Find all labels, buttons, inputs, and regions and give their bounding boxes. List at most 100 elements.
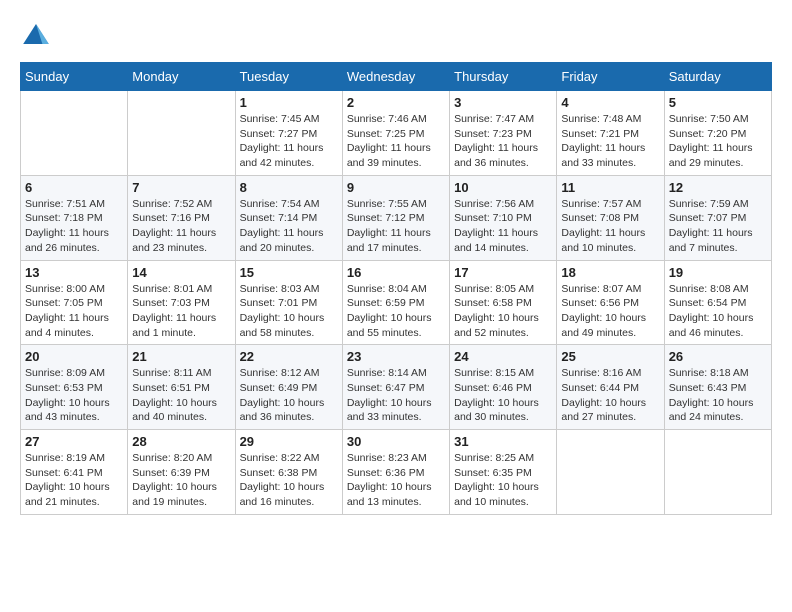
calendar-cell: 9Sunrise: 7:55 AMSunset: 7:12 PMDaylight… (342, 175, 449, 260)
logo-icon (20, 20, 52, 52)
day-number: 22 (240, 349, 338, 364)
calendar-cell: 20 Sunrise: 8:09 AMSunset: 6:53 PMDayligh… (21, 345, 128, 430)
calendar-cell: 5 Sunrise: 7:50 AMSunset: 7:20 PMDaylight… (664, 91, 771, 176)
day-info: Sunrise: 7:50 AMSunset: 7:20 PMDaylight:… (669, 112, 767, 171)
day-number: 11 (561, 180, 659, 195)
calendar-header-friday: Friday (557, 63, 664, 91)
day-number: 17 (454, 265, 552, 280)
day-info: Sunrise: 8:04 AMSunset: 6:59 PMDaylight:… (347, 282, 445, 341)
calendar-cell: 30Sunrise: 8:23 AMSunset: 6:36 PMDayligh… (342, 430, 449, 515)
calendar-cell: 6Sunrise: 7:51 AMSunset: 7:18 PMDaylight… (21, 175, 128, 260)
calendar-cell: 8 Sunrise: 7:54 AMSunset: 7:14 PMDaylight… (235, 175, 342, 260)
day-info: Sunrise: 8:18 AMSunset: 6:43 PMDaylight:… (669, 366, 767, 425)
day-info: Sunrise: 8:16 AMSunset: 6:44 PMDaylight:… (561, 366, 659, 425)
day-number: 26 (669, 349, 767, 364)
calendar: SundayMondayTuesdayWednesdayThursdayFrid… (20, 62, 772, 515)
day-number: 6 (25, 180, 123, 195)
calendar-week-row: 6Sunrise: 7:51 AMSunset: 7:18 PMDaylight… (21, 175, 772, 260)
day-number: 27 (25, 434, 123, 449)
calendar-cell: 7 Sunrise: 7:52 AMSunset: 7:16 PMDaylight… (128, 175, 235, 260)
day-number: 7 (132, 180, 230, 195)
day-info: Sunrise: 7:48 AMSunset: 7:21 PMDaylight:… (561, 112, 659, 171)
calendar-header-row: SundayMondayTuesdayWednesdayThursdayFrid… (21, 63, 772, 91)
day-number: 25 (561, 349, 659, 364)
day-info: Sunrise: 8:09 AMSunset: 6:53 PMDaylight:… (25, 366, 123, 425)
day-info: Sunrise: 7:52 AMSunset: 7:16 PMDaylight:… (132, 197, 230, 256)
day-number: 12 (669, 180, 767, 195)
calendar-header-thursday: Thursday (450, 63, 557, 91)
day-number: 19 (669, 265, 767, 280)
calendar-cell (21, 91, 128, 176)
day-number: 13 (25, 265, 123, 280)
logo (20, 20, 54, 52)
calendar-cell: 10 Sunrise: 7:56 AMSunset: 7:10 PMDayligh… (450, 175, 557, 260)
day-number: 21 (132, 349, 230, 364)
calendar-cell (557, 430, 664, 515)
calendar-cell: 29Sunrise: 8:22 AMSunset: 6:38 PMDayligh… (235, 430, 342, 515)
day-number: 1 (240, 95, 338, 110)
calendar-cell: 23Sunrise: 8:14 AMSunset: 6:47 PMDayligh… (342, 345, 449, 430)
day-info: Sunrise: 7:59 AMSunset: 7:07 PMDaylight:… (669, 197, 767, 256)
day-number: 28 (132, 434, 230, 449)
calendar-cell: 22 Sunrise: 8:12 AMSunset: 6:49 PMDayligh… (235, 345, 342, 430)
day-info: Sunrise: 8:05 AMSunset: 6:58 PMDaylight:… (454, 282, 552, 341)
calendar-cell (128, 91, 235, 176)
day-info: Sunrise: 8:01 AMSunset: 7:03 PMDaylight:… (132, 282, 230, 341)
calendar-cell: 15Sunrise: 8:03 AMSunset: 7:01 PMDayligh… (235, 260, 342, 345)
day-number: 5 (669, 95, 767, 110)
calendar-cell: 28Sunrise: 8:20 AMSunset: 6:39 PMDayligh… (128, 430, 235, 515)
calendar-cell: 17 Sunrise: 8:05 AMSunset: 6:58 PMDayligh… (450, 260, 557, 345)
calendar-cell: 25 Sunrise: 8:16 AMSunset: 6:44 PMDayligh… (557, 345, 664, 430)
calendar-cell: 3Sunrise: 7:47 AMSunset: 7:23 PMDaylight… (450, 91, 557, 176)
day-number: 16 (347, 265, 445, 280)
day-info: Sunrise: 7:47 AMSunset: 7:23 PMDaylight:… (454, 112, 552, 171)
day-info: Sunrise: 8:08 AMSunset: 6:54 PMDaylight:… (669, 282, 767, 341)
day-number: 20 (25, 349, 123, 364)
calendar-header-saturday: Saturday (664, 63, 771, 91)
day-info: Sunrise: 8:15 AMSunset: 6:46 PMDaylight:… (454, 366, 552, 425)
calendar-cell: 18 Sunrise: 8:07 AMSunset: 6:56 PMDayligh… (557, 260, 664, 345)
calendar-cell: 11 Sunrise: 7:57 AMSunset: 7:08 PMDayligh… (557, 175, 664, 260)
day-number: 14 (132, 265, 230, 280)
calendar-cell: 2Sunrise: 7:46 AMSunset: 7:25 PMDaylight… (342, 91, 449, 176)
calendar-cell: 12 Sunrise: 7:59 AMSunset: 7:07 PMDayligh… (664, 175, 771, 260)
page-header (20, 20, 772, 52)
day-number: 15 (240, 265, 338, 280)
day-info: Sunrise: 7:45 AMSunset: 7:27 PMDaylight:… (240, 112, 338, 171)
calendar-cell: 21 Sunrise: 8:11 AMSunset: 6:51 PMDayligh… (128, 345, 235, 430)
calendar-cell: 26 Sunrise: 8:18 AMSunset: 6:43 PMDayligh… (664, 345, 771, 430)
day-info: Sunrise: 8:25 AMSunset: 6:35 PMDaylight:… (454, 451, 552, 510)
day-info: Sunrise: 7:46 AMSunset: 7:25 PMDaylight:… (347, 112, 445, 171)
day-info: Sunrise: 8:22 AMSunset: 6:38 PMDaylight:… (240, 451, 338, 510)
calendar-cell: 19 Sunrise: 8:08 AMSunset: 6:54 PMDayligh… (664, 260, 771, 345)
calendar-header-wednesday: Wednesday (342, 63, 449, 91)
calendar-cell: 14 Sunrise: 8:01 AMSunset: 7:03 PMDayligh… (128, 260, 235, 345)
day-number: 10 (454, 180, 552, 195)
day-number: 4 (561, 95, 659, 110)
calendar-week-row: 27 Sunrise: 8:19 AMSunset: 6:41 PMDayligh… (21, 430, 772, 515)
calendar-cell: 31 Sunrise: 8:25 AMSunset: 6:35 PMDayligh… (450, 430, 557, 515)
calendar-cell: 1 Sunrise: 7:45 AMSunset: 7:27 PMDaylight… (235, 91, 342, 176)
calendar-cell: 24 Sunrise: 8:15 AMSunset: 6:46 PMDayligh… (450, 345, 557, 430)
calendar-header-monday: Monday (128, 63, 235, 91)
day-info: Sunrise: 8:07 AMSunset: 6:56 PMDaylight:… (561, 282, 659, 341)
day-number: 24 (454, 349, 552, 364)
day-info: Sunrise: 8:11 AMSunset: 6:51 PMDaylight:… (132, 366, 230, 425)
day-number: 31 (454, 434, 552, 449)
day-number: 18 (561, 265, 659, 280)
calendar-week-row: 20 Sunrise: 8:09 AMSunset: 6:53 PMDayligh… (21, 345, 772, 430)
calendar-week-row: 13 Sunrise: 8:00 AMSunset: 7:05 PMDayligh… (21, 260, 772, 345)
day-info: Sunrise: 8:12 AMSunset: 6:49 PMDaylight:… (240, 366, 338, 425)
day-number: 23 (347, 349, 445, 364)
calendar-cell: 4 Sunrise: 7:48 AMSunset: 7:21 PMDaylight… (557, 91, 664, 176)
day-info: Sunrise: 7:54 AMSunset: 7:14 PMDaylight:… (240, 197, 338, 256)
calendar-cell (664, 430, 771, 515)
day-info: Sunrise: 7:56 AMSunset: 7:10 PMDaylight:… (454, 197, 552, 256)
day-info: Sunrise: 8:19 AMSunset: 6:41 PMDaylight:… (25, 451, 123, 510)
calendar-header-sunday: Sunday (21, 63, 128, 91)
day-number: 30 (347, 434, 445, 449)
day-info: Sunrise: 8:00 AMSunset: 7:05 PMDaylight:… (25, 282, 123, 341)
day-info: Sunrise: 7:57 AMSunset: 7:08 PMDaylight:… (561, 197, 659, 256)
calendar-cell: 27 Sunrise: 8:19 AMSunset: 6:41 PMDayligh… (21, 430, 128, 515)
day-number: 8 (240, 180, 338, 195)
